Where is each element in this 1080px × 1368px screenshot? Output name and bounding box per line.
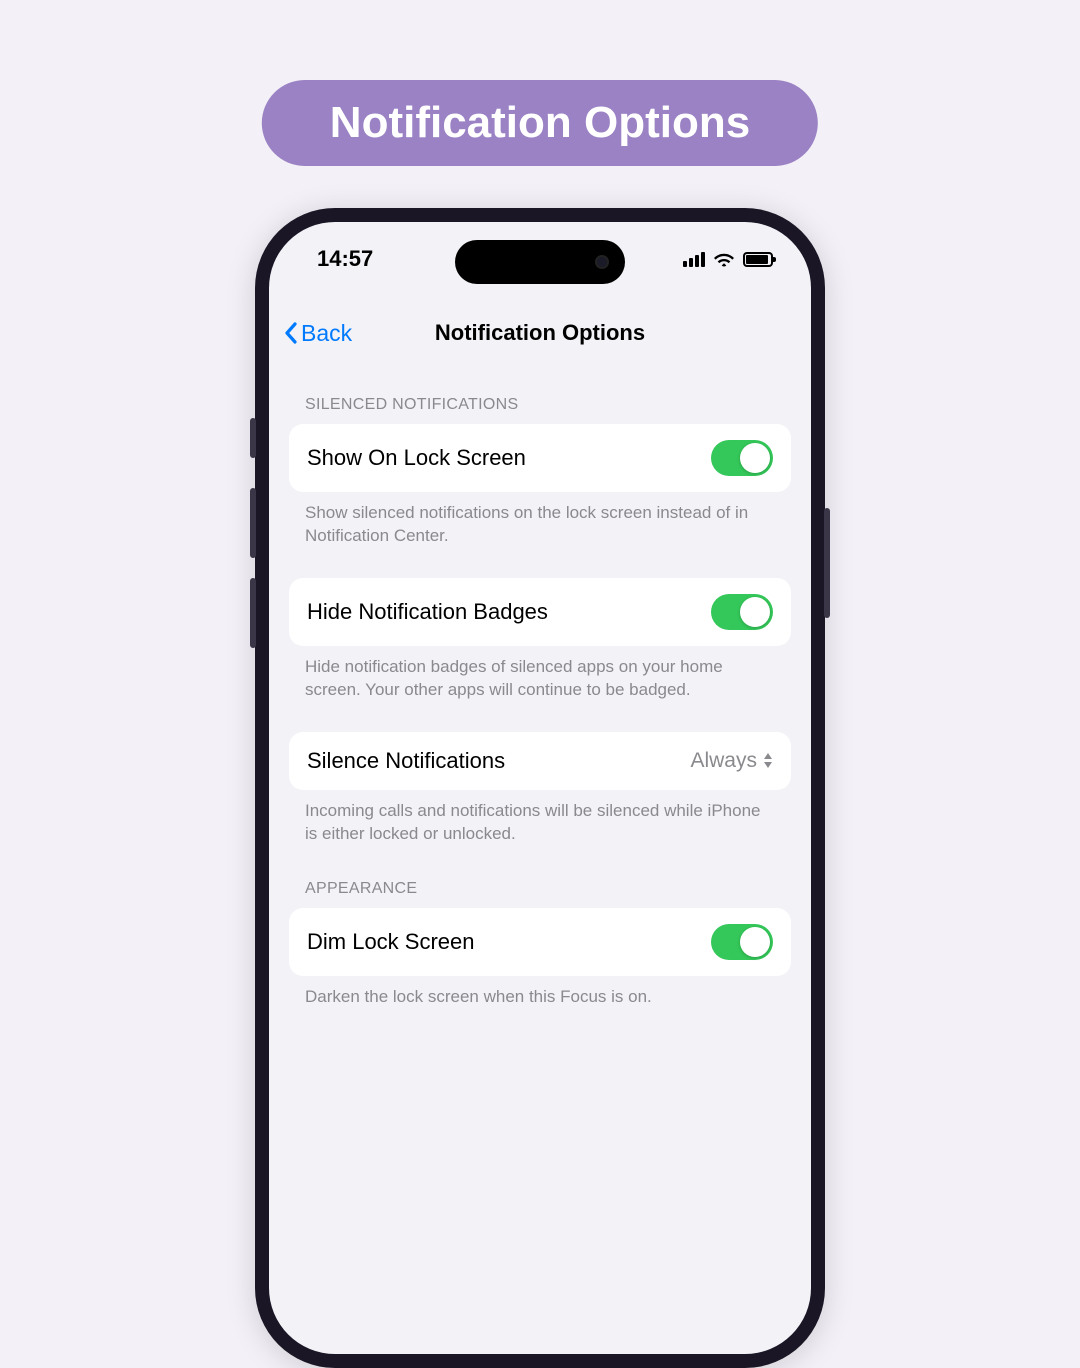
- show-on-lock-screen-toggle[interactable]: [711, 440, 773, 476]
- chevron-left-icon: [283, 321, 299, 345]
- show-on-lock-screen-footer: Show silenced notifications on the lock …: [289, 492, 791, 556]
- battery-icon: [743, 252, 773, 267]
- silence-notifications-value: Always: [690, 749, 773, 773]
- back-button[interactable]: Back: [283, 320, 352, 347]
- phone-screen: 14:57 Back Notification Options: [269, 222, 811, 1354]
- power-button: [824, 508, 830, 618]
- silence-notifications-row[interactable]: Silence Notifications Always: [289, 732, 791, 790]
- silence-notifications-footer: Incoming calls and notifications will be…: [289, 790, 791, 854]
- wifi-icon: [713, 251, 735, 267]
- hide-notification-badges-footer: Hide notification badges of silenced app…: [289, 646, 791, 710]
- volume-up-button: [250, 488, 256, 558]
- show-on-lock-screen-label: Show On Lock Screen: [307, 445, 526, 471]
- up-down-chevron-icon: [763, 753, 773, 768]
- silence-notifications-label: Silence Notifications: [307, 748, 505, 774]
- dim-lock-screen-label: Dim Lock Screen: [307, 929, 475, 955]
- dynamic-island: [455, 240, 625, 284]
- navigation-bar: Back Notification Options: [269, 308, 811, 358]
- mute-switch: [250, 418, 256, 458]
- status-time: 14:57: [317, 246, 373, 272]
- hide-notification-badges-row[interactable]: Hide Notification Badges: [289, 578, 791, 646]
- show-on-lock-screen-row[interactable]: Show On Lock Screen: [289, 424, 791, 492]
- camera-icon: [595, 255, 609, 269]
- hide-notification-badges-toggle[interactable]: [711, 594, 773, 630]
- cellular-icon: [683, 251, 705, 267]
- phone-frame: 14:57 Back Notification Options: [255, 208, 825, 1368]
- hide-notification-badges-label: Hide Notification Badges: [307, 599, 548, 625]
- status-icons: [683, 251, 773, 267]
- dim-lock-screen-footer: Darken the lock screen when this Focus i…: [289, 976, 791, 1017]
- section-header-appearance: APPEARANCE: [289, 854, 791, 908]
- dim-lock-screen-row[interactable]: Dim Lock Screen: [289, 908, 791, 976]
- dim-lock-screen-toggle[interactable]: [711, 924, 773, 960]
- page-title: Notification Options: [435, 320, 645, 346]
- back-label: Back: [301, 320, 352, 347]
- banner-pill: Notification Options: [262, 80, 818, 166]
- settings-content: SILENCED NOTIFICATIONS Show On Lock Scre…: [269, 370, 811, 1354]
- section-header-silenced: SILENCED NOTIFICATIONS: [289, 370, 791, 424]
- volume-down-button: [250, 578, 256, 648]
